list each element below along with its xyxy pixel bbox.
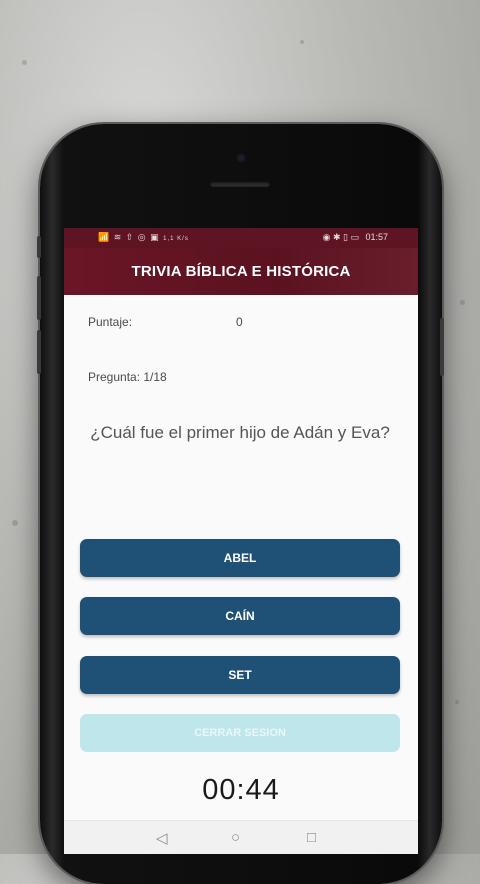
countdown-timer: 00:44 bbox=[202, 774, 280, 806]
background-speck bbox=[455, 700, 459, 704]
score-label: Puntaje: bbox=[88, 315, 133, 329]
status-time: 01:57 bbox=[365, 232, 388, 242]
status-right: ◉ ✱ ▯ ▭ 01:57 bbox=[323, 232, 388, 243]
back-icon[interactable]: ◁ bbox=[156, 829, 168, 847]
status-bar: 📶 ≋ ⇧ ◎ ▣ 1,1 K/s ◉ ✱ ▯ ▭ 01:57 bbox=[64, 228, 418, 248]
question-text: ¿Cuál fue el primer hijo de Adán y Eva? bbox=[90, 423, 390, 442]
score-value: 0 bbox=[236, 315, 243, 329]
answer-button-set[interactable]: SET bbox=[80, 656, 400, 694]
background-speck bbox=[460, 300, 465, 305]
background-speck bbox=[300, 40, 304, 44]
question-progress: Pregunta: 1/18 bbox=[88, 370, 167, 384]
app-screen: 📶 ≋ ⇧ ◎ ▣ 1,1 K/s ◉ ✱ ▯ ▭ 01:57 TRIVIA B… bbox=[64, 228, 418, 854]
status-icons-left: 📶 ≋ ⇧ ◎ ▣ bbox=[98, 232, 160, 242]
recents-icon[interactable]: □ bbox=[307, 829, 316, 846]
background-speck bbox=[22, 60, 27, 65]
status-left: 📶 ≋ ⇧ ◎ ▣ 1,1 K/s bbox=[98, 232, 189, 243]
network-speed: 1,1 K/s bbox=[163, 236, 189, 242]
navigation-bar: ◁ ○ □ bbox=[64, 820, 418, 854]
status-icons-right: ◉ ✱ ▯ ▭ bbox=[322, 232, 359, 242]
phone-mute-switch bbox=[37, 236, 41, 258]
background-speck bbox=[12, 520, 18, 526]
phone-volume-up bbox=[37, 276, 41, 320]
phone-volume-down bbox=[37, 330, 41, 374]
answer-button-abel[interactable]: ABEL bbox=[80, 539, 400, 577]
app-bar: TRIVIA BÍBLICA E HISTÓRICA bbox=[64, 248, 418, 295]
home-icon[interactable]: ○ bbox=[231, 829, 240, 846]
phone-camera bbox=[236, 153, 246, 163]
answer-button-cain[interactable]: CAÍN bbox=[80, 597, 400, 635]
phone-speaker bbox=[210, 181, 270, 187]
app-title: TRIVIA BÍBLICA E HISTÓRICA bbox=[131, 263, 351, 280]
logout-button[interactable]: CERRAR SESION bbox=[80, 714, 400, 752]
phone-power-button bbox=[440, 318, 444, 376]
